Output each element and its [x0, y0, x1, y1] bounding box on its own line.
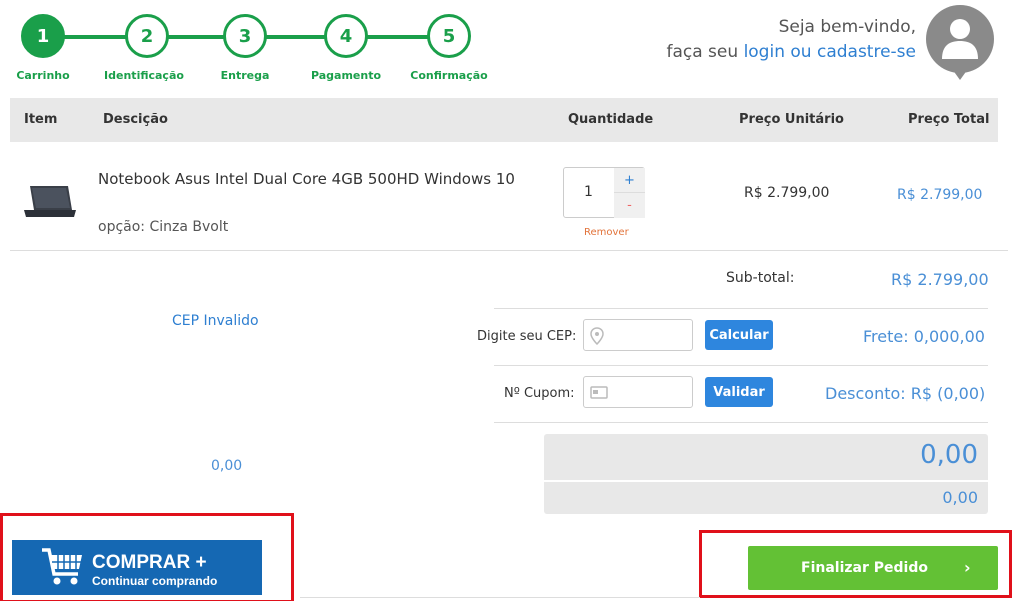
- installment-value: 0,00: [211, 458, 243, 474]
- coupon-card-icon: [590, 384, 608, 404]
- col-description: Descição: [103, 112, 168, 127]
- step-3-circle[interactable]: 3: [223, 14, 267, 58]
- cep-label: Digite seu CEP:: [477, 329, 577, 344]
- divider: [494, 422, 988, 423]
- step-1-circle[interactable]: 1: [21, 14, 65, 58]
- line-total-price: R$ 2.799,00: [897, 187, 983, 203]
- order-total-secondary: 0,00: [942, 488, 978, 507]
- shipping-value: Frete: 0,000,00: [863, 327, 985, 346]
- step-5-label: Confirmação: [410, 69, 488, 82]
- order-total-box: 0,00 0,00: [544, 434, 988, 514]
- col-item: Item: [24, 112, 58, 127]
- step-5-circle[interactable]: 5: [427, 14, 471, 58]
- continue-shopping-subtitle: Continuar comprando: [92, 574, 218, 588]
- subtotal-value: R$ 2.799,00: [891, 270, 989, 289]
- user-avatar-icon[interactable]: [926, 5, 994, 73]
- step-4-circle[interactable]: 4: [324, 14, 368, 58]
- quantity-increase-button[interactable]: +: [614, 168, 645, 193]
- welcome-line: Seja bem-vindo,: [778, 17, 916, 37]
- checkout-steps: 1 2 3 4 5 Carrinho Identificação Entrega…: [0, 0, 500, 90]
- calculate-shipping-button[interactable]: Calcular: [705, 320, 773, 350]
- quantity-decrease-button[interactable]: -: [614, 193, 645, 218]
- discount-value: Desconto: R$ (0,00): [825, 384, 986, 403]
- welcome-message: Seja bem-vindo, faça seu login ou cadast…: [666, 15, 916, 65]
- col-unit-price: Preço Unitário: [739, 112, 844, 127]
- cep-invalid-message: CEP Invalido: [172, 313, 259, 329]
- total-separator: [544, 480, 988, 482]
- cart-icon: [42, 548, 82, 585]
- step-4-label: Pagamento: [310, 69, 382, 82]
- signup-link[interactable]: cadastre-se: [817, 42, 916, 62]
- location-pin-icon: [590, 327, 604, 349]
- order-total-value: 0,00: [920, 440, 978, 470]
- subtotal-label: Sub-total:: [726, 270, 795, 286]
- coupon-label: Nº Cupom:: [504, 386, 575, 401]
- divider: [10, 250, 1008, 251]
- remove-link[interactable]: Remover: [584, 227, 629, 238]
- col-quantity: Quantidade: [568, 112, 654, 127]
- laptop-image[interactable]: [22, 184, 78, 220]
- coupon-input[interactable]: [583, 376, 693, 408]
- divider: [494, 365, 988, 366]
- divider: [494, 308, 988, 309]
- cart-table-header: Item Descição Quantidade Preço Unitário …: [10, 98, 998, 142]
- quantity-value[interactable]: 1: [584, 184, 593, 200]
- finalize-order-button[interactable]: Finalizar Pedido ›: [748, 546, 998, 590]
- login-link[interactable]: login: [744, 42, 785, 62]
- cep-input[interactable]: [583, 319, 693, 351]
- unit-price: R$ 2.799,00: [744, 185, 830, 201]
- welcome-sep: ou: [784, 42, 817, 62]
- step-3-label: Entrega: [220, 69, 270, 82]
- divider: [300, 597, 700, 598]
- chevron-right-icon: ›: [964, 558, 971, 577]
- step-2-label: Identificação: [104, 69, 184, 82]
- continue-shopping-title: COMPRAR +: [92, 552, 207, 573]
- finalize-order-label: Finalizar Pedido: [801, 560, 928, 576]
- validate-coupon-button[interactable]: Validar: [705, 377, 773, 407]
- step-1-label: Carrinho: [16, 69, 70, 82]
- product-name[interactable]: Notebook Asus Intel Dual Core 4GB 500HD …: [98, 170, 515, 188]
- continue-shopping-button[interactable]: COMPRAR + Continuar comprando: [12, 540, 262, 595]
- product-option: opção: Cinza Bvolt: [98, 219, 229, 235]
- quantity-stepper: 1 + -: [563, 167, 645, 218]
- step-2-circle[interactable]: 2: [125, 14, 169, 58]
- welcome-prefix: faça seu: [666, 42, 744, 62]
- col-total-price: Preço Total: [908, 112, 990, 127]
